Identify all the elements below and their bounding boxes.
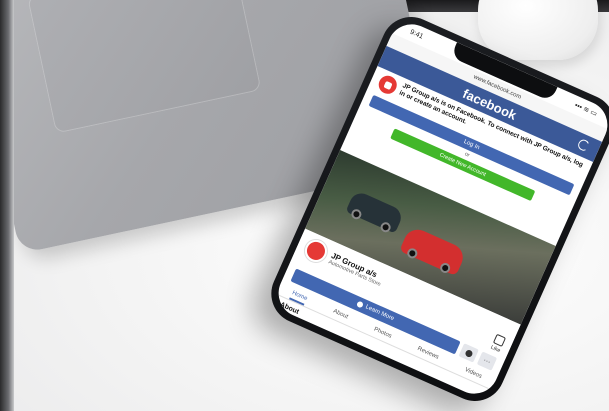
page-avatar[interactable] — [301, 236, 331, 266]
tab-about[interactable]: About — [330, 306, 350, 324]
info-icon — [356, 300, 365, 309]
photo-scene: 9:41 ▪▪▪ ≋ ▭ www.facebook.com facebook J… — [0, 0, 609, 411]
laptop-trackpad — [27, 0, 262, 134]
messenger-icon — [464, 348, 474, 358]
red-car — [399, 225, 468, 277]
reload-icon[interactable] — [576, 137, 591, 153]
left-edge — [0, 0, 14, 411]
jp-group-logo-icon — [375, 72, 400, 97]
tab-home[interactable]: Home — [289, 287, 310, 306]
black-car — [345, 189, 405, 234]
tab-photos[interactable]: Photos — [371, 324, 393, 343]
status-time: 9:41 — [408, 28, 425, 41]
tab-videos[interactable]: Videos — [462, 364, 484, 383]
